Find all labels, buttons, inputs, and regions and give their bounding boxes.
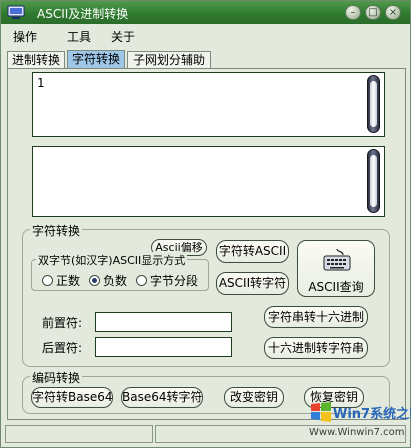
radio-negative[interactable]	[89, 275, 100, 286]
radio-negative-label: 负数	[103, 274, 128, 288]
output-scrollbar[interactable]	[367, 149, 380, 213]
radio-byte-split[interactable]	[136, 275, 147, 286]
change-key-button[interactable]: 改变密钥	[224, 387, 284, 408]
output-textarea[interactable]	[32, 146, 385, 217]
watermark-logo: Win7系统之家 Www.Winwin7.com	[309, 397, 411, 443]
input-scrollbar[interactable]	[367, 75, 380, 133]
prefix-label: 前置符:	[42, 316, 83, 330]
close-icon: ×	[388, 7, 398, 18]
prefix-input[interactable]	[95, 312, 232, 332]
radio-positive[interactable]	[42, 275, 53, 286]
watermark-url: Www.Winwin7.com	[309, 427, 405, 438]
input-textarea[interactable]: 1	[32, 72, 385, 137]
app-window: ASCII及进制转换 – □ × 操作 工具 关于 进制转换 字符转换 子网划分…	[0, 0, 411, 448]
encode-convert-group-title: 编码转换	[30, 369, 83, 386]
char-convert-panel: 1 字符转换 Ascii偏移 双字节(如汉字)ASCII显示方式 正数 负数 字…	[7, 68, 406, 420]
watermark-brand: Win7系统之家	[333, 407, 411, 422]
scrollbar-thumb[interactable]	[370, 81, 377, 127]
hex-to-string-button[interactable]: 十六进制转字符串	[264, 337, 368, 359]
char-convert-group-title: 字符转换	[30, 222, 83, 239]
ascii-to-char-button[interactable]: ASCII转字符	[216, 272, 289, 295]
windows-flag-icon	[311, 402, 331, 422]
suffix-label: 后置符:	[42, 341, 83, 355]
tab-base-convert[interactable]: 进制转换	[7, 51, 65, 68]
radio-positive-label: 正数	[56, 274, 81, 288]
menu-about[interactable]: 关于	[111, 28, 135, 45]
tab-char-convert[interactable]: 字符转换	[67, 50, 125, 68]
restore-icon: □	[368, 7, 378, 18]
minimize-icon: –	[350, 7, 356, 18]
char-to-ascii-button[interactable]: 字符转ASCII	[216, 240, 289, 263]
status-pane-1	[5, 425, 153, 443]
from-base64-button[interactable]: Base64转字符	[121, 387, 203, 408]
menu-bar: 操作 工具 关于	[1, 25, 410, 45]
dbcs-frame-title: 双字节(如汉字)ASCII显示方式	[36, 252, 188, 268]
string-to-hex-button[interactable]: 字符串转十六进制	[264, 306, 368, 328]
keyboard-icon	[323, 248, 351, 271]
app-icon	[7, 5, 25, 19]
restore-button[interactable]: □	[365, 5, 381, 20]
ascii-query-button[interactable]: ASCII查询	[297, 240, 375, 297]
window-title: ASCII及进制转换	[37, 7, 129, 21]
minimize-button[interactable]: –	[345, 5, 361, 20]
menu-operation[interactable]: 操作	[13, 28, 37, 45]
close-button[interactable]: ×	[385, 5, 401, 20]
title-bar[interactable]: ASCII及进制转换 – □ ×	[1, 1, 410, 24]
suffix-input[interactable]	[95, 337, 232, 357]
ascii-query-label: ASCII查询	[308, 280, 364, 294]
tab-subnet-helper[interactable]: 子网划分辅助	[127, 51, 211, 68]
scrollbar-thumb[interactable]	[370, 155, 377, 207]
to-base64-button[interactable]: 字符转Base64	[31, 387, 113, 408]
menu-tools[interactable]: 工具	[67, 28, 91, 45]
radio-byte-split-label: 字节分段	[150, 274, 199, 288]
